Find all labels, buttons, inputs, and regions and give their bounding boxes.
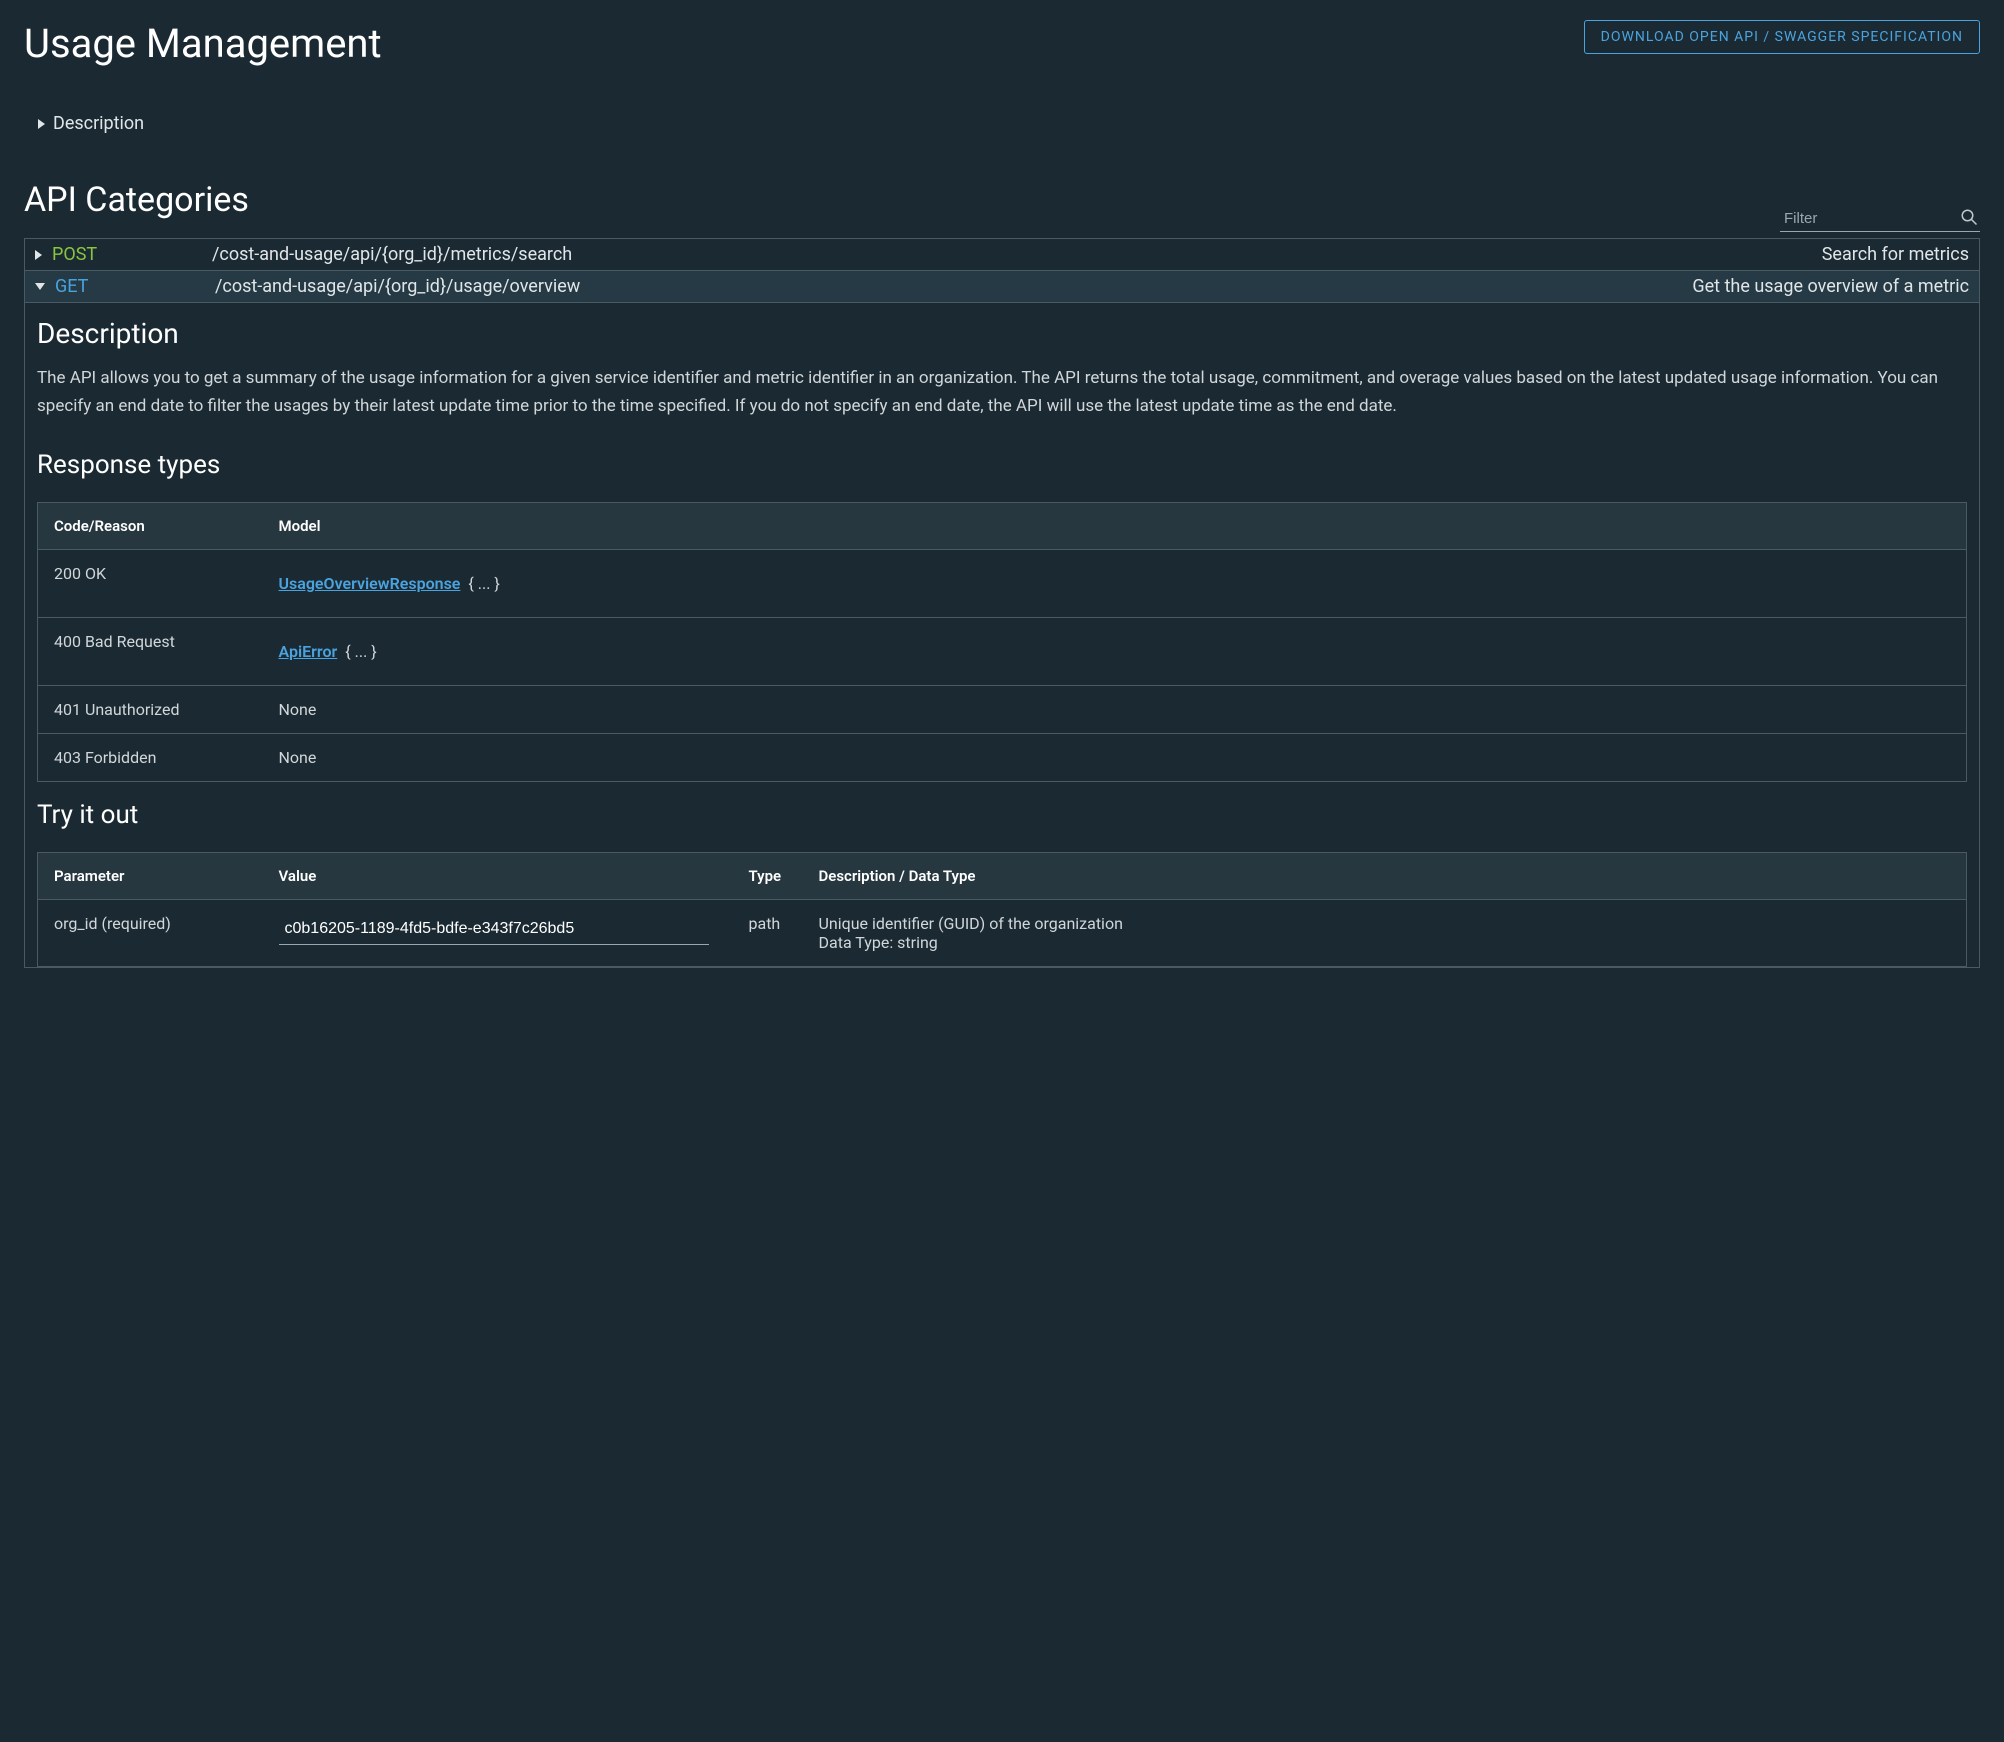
description-toggle-label: Description: [53, 113, 144, 134]
response-types-heading: Response types: [37, 450, 1967, 480]
col-description: Description / Data Type: [803, 853, 1967, 900]
page-title: Usage Management: [24, 20, 382, 67]
http-method: POST: [52, 244, 202, 265]
filter-wrap: [1780, 206, 1980, 232]
param-desc-line: Unique identifier (GUID) of the organiza…: [819, 914, 1123, 933]
col-value: Value: [263, 853, 733, 900]
model-link-apierror[interactable]: ApiError: [279, 642, 338, 661]
try-it-out-table: Parameter Value Type Description / Data …: [37, 852, 1967, 967]
description-heading: Description: [37, 317, 1967, 350]
col-model: Model: [263, 503, 1967, 550]
param-type: path: [733, 900, 803, 967]
endpoint-path: /cost-and-usage/api/{org_id}/metrics/sea…: [212, 244, 1812, 265]
try-it-out-heading: Try it out: [37, 800, 1967, 830]
param-description: Unique identifier (GUID) of the organiza…: [803, 900, 1967, 967]
http-method: GET: [55, 276, 205, 297]
table-row: 200 OK UsageOverviewResponse { ... }: [38, 550, 1967, 618]
param-desc-line: Data Type: string: [819, 933, 938, 952]
endpoint-detail-panel: Description The API allows you to get a …: [24, 303, 1980, 968]
response-model-none: None: [263, 686, 1967, 734]
response-types-table: Code/Reason Model 200 OK UsageOverviewRe…: [37, 502, 1967, 782]
filter-input[interactable]: [1780, 206, 1980, 232]
endpoints-list: POST /cost-and-usage/api/{org_id}/metric…: [24, 238, 1980, 303]
col-code-reason: Code/Reason: [38, 503, 263, 550]
endpoint-summary: Get the usage overview of a metric: [1692, 276, 1969, 297]
api-categories-heading: API Categories: [24, 180, 249, 220]
model-braces: { ... }: [468, 574, 499, 593]
chevron-down-icon: [35, 283, 45, 290]
response-code: 400 Bad Request: [38, 618, 263, 686]
param-value-input-org-id[interactable]: [279, 914, 709, 945]
table-row: 400 Bad Request ApiError { ... }: [38, 618, 1967, 686]
download-openapi-button[interactable]: DOWNLOAD OPEN API / SWAGGER SPECIFICATIO…: [1584, 20, 1980, 54]
col-parameter: Parameter: [38, 853, 263, 900]
response-code: 403 Forbidden: [38, 734, 263, 782]
response-model-none: None: [263, 734, 1967, 782]
param-name: org_id (required): [38, 900, 263, 967]
search-icon: [1960, 208, 1978, 226]
col-type: Type: [733, 853, 803, 900]
table-row: 401 Unauthorized None: [38, 686, 1967, 734]
response-code: 401 Unauthorized: [38, 686, 263, 734]
table-row: org_id (required) path Unique identifier…: [38, 900, 1967, 967]
chevron-right-icon: [35, 250, 42, 260]
endpoint-row-post-metrics-search[interactable]: POST /cost-and-usage/api/{org_id}/metric…: [25, 239, 1979, 271]
response-code: 200 OK: [38, 550, 263, 618]
endpoint-row-get-usage-overview[interactable]: GET /cost-and-usage/api/{org_id}/usage/o…: [25, 271, 1979, 302]
description-toggle[interactable]: Description: [24, 107, 1980, 140]
chevron-right-icon: [38, 119, 45, 129]
model-braces: { ... }: [345, 642, 376, 661]
endpoint-summary: Search for metrics: [1822, 244, 1969, 265]
endpoint-path: /cost-and-usage/api/{org_id}/usage/overv…: [215, 276, 1682, 297]
model-link-usageoverviewresponse[interactable]: UsageOverviewResponse: [279, 574, 461, 593]
description-text: The API allows you to get a summary of t…: [37, 364, 1967, 420]
table-row: 403 Forbidden None: [38, 734, 1967, 782]
